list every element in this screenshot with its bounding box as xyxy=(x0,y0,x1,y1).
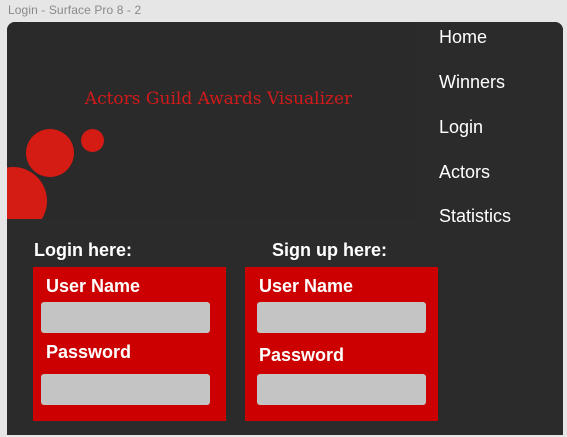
signup-password-label: Password xyxy=(259,345,345,365)
nav-item-home[interactable]: Home xyxy=(439,27,487,48)
login-password-input[interactable] xyxy=(41,374,210,405)
login-password-label: Password xyxy=(46,342,132,362)
login-heading: Login here: xyxy=(34,240,132,260)
login-username-label: User Name xyxy=(46,276,141,296)
nav-item-winners[interactable]: Winners xyxy=(439,72,505,93)
signup-username-label: User Name xyxy=(259,276,354,296)
signup-username-input[interactable] xyxy=(257,302,426,333)
signup-heading: Sign up here: xyxy=(272,240,388,260)
nav-item-login[interactable]: Login xyxy=(439,117,483,138)
nav-menu: Home Winners Login Actors Statistics xyxy=(417,22,563,242)
app-title: Actors Guild Awards Visualizer xyxy=(84,89,353,109)
login-username-input[interactable] xyxy=(41,302,210,333)
app-frame: Actors Guild Awards Visualizer Home Winn… xyxy=(7,22,563,435)
nav-item-actors[interactable]: Actors xyxy=(439,162,490,183)
login-panel: User Name Password xyxy=(33,267,226,421)
nav-item-statistics[interactable]: Statistics xyxy=(439,206,511,227)
decorative-circle-medium xyxy=(26,129,74,177)
hero-banner: Actors Guild Awards Visualizer xyxy=(7,22,417,219)
frame-label: Login - Surface Pro 8 - 2 xyxy=(8,3,142,17)
decorative-circle-small xyxy=(81,129,104,152)
signup-password-input[interactable] xyxy=(257,374,426,405)
signup-panel: User Name Password xyxy=(245,267,438,421)
